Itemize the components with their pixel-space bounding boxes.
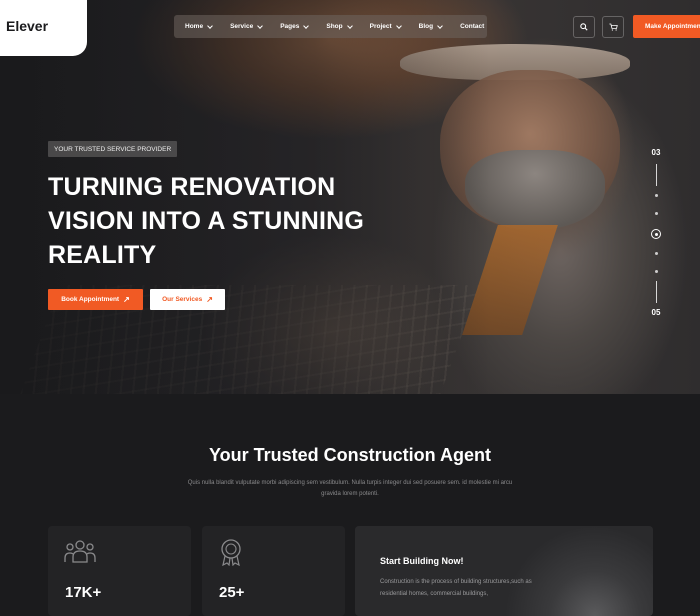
slider-dot[interactable]: [654, 252, 658, 255]
hero-tagline: YOUR TRUSTED SERVICE PROVIDER: [48, 141, 178, 157]
nav-label: Shop: [326, 23, 343, 30]
nav-item-project[interactable]: Project: [369, 22, 402, 30]
start-building-card: Start Building Now! Construction is the …: [355, 526, 653, 616]
stat-card-experience: 25+: [202, 526, 345, 616]
arrow-up-right-icon: ↗: [123, 295, 130, 304]
slider-total-number: 05: [651, 308, 661, 317]
users-icon: [64, 540, 96, 563]
chevron-down-icon: [437, 22, 443, 29]
nav-label: Blog: [418, 23, 434, 30]
slider-line-bottom: [655, 281, 657, 303]
arrow-up-right-icon: ↗: [206, 295, 213, 304]
slider-dot[interactable]: [654, 194, 658, 197]
make-appointment-button[interactable]: Make Appointment: [633, 15, 700, 38]
nav-item-home[interactable]: Home: [185, 22, 213, 30]
search-icon: [580, 23, 588, 31]
slider-dot[interactable]: [654, 270, 658, 273]
slider-current-number: 03: [651, 148, 661, 157]
nav-label: Project: [369, 23, 392, 30]
book-appointment-button[interactable]: Book Appointment ↗: [48, 289, 143, 310]
chevron-down-icon: [257, 22, 264, 29]
nav-label: Pages: [280, 23, 300, 30]
hero-section: YOUR TRUSTED SERVICE PROVIDER TURNING RE…: [0, 0, 700, 394]
slider-line-top: [655, 164, 657, 186]
logo[interactable]: Elever: [0, 0, 87, 56]
stat-value: 17K+: [65, 584, 102, 601]
brand-name: Elever: [6, 18, 49, 34]
nav-item-shop[interactable]: Shop: [326, 22, 353, 30]
stat-card-clients: 17K+: [48, 526, 191, 616]
nav-label: Contact: [460, 23, 485, 30]
section-title: Your Trusted Construction Agent: [209, 445, 491, 465]
nav-item-pages[interactable]: Pages: [280, 22, 310, 30]
cart-button[interactable]: [602, 16, 624, 38]
slider-dot[interactable]: [654, 212, 658, 215]
chevron-down-icon: [207, 22, 213, 29]
main-navigation: Home Service Pages Shop Project Blog Con…: [174, 15, 487, 38]
book-appointment-label: Book Appointment: [61, 296, 120, 303]
cart-icon: [608, 23, 618, 31]
our-services-button[interactable]: Our Services ↗: [150, 289, 225, 310]
hero-title: TURNING RENOVATION VISION INTO A STUNNIN…: [48, 173, 364, 269]
chevron-down-icon: [395, 22, 402, 29]
award-icon: [221, 539, 241, 566]
chevron-down-icon: [303, 22, 310, 29]
promo-title: Start Building Now!: [380, 556, 464, 566]
chevron-down-icon: [346, 22, 353, 29]
slider-dot-active[interactable]: [651, 229, 661, 239]
nav-item-service[interactable]: Service: [230, 22, 264, 30]
stat-value: 25+: [219, 584, 245, 601]
our-services-label: Our Services: [162, 296, 203, 303]
search-button[interactable]: [573, 16, 595, 38]
nav-item-contact[interactable]: Contact: [460, 23, 484, 30]
section-subtitle: Quis nulla blandit vulputate morbi adipi…: [187, 480, 513, 497]
nav-item-blog[interactable]: Blog: [418, 22, 443, 30]
promo-text: Construction is the process of building …: [380, 579, 532, 597]
nav-label: Service: [230, 23, 254, 30]
nav-label: Home: [185, 23, 204, 30]
hero-slider-pagination: 03 05: [648, 148, 664, 320]
